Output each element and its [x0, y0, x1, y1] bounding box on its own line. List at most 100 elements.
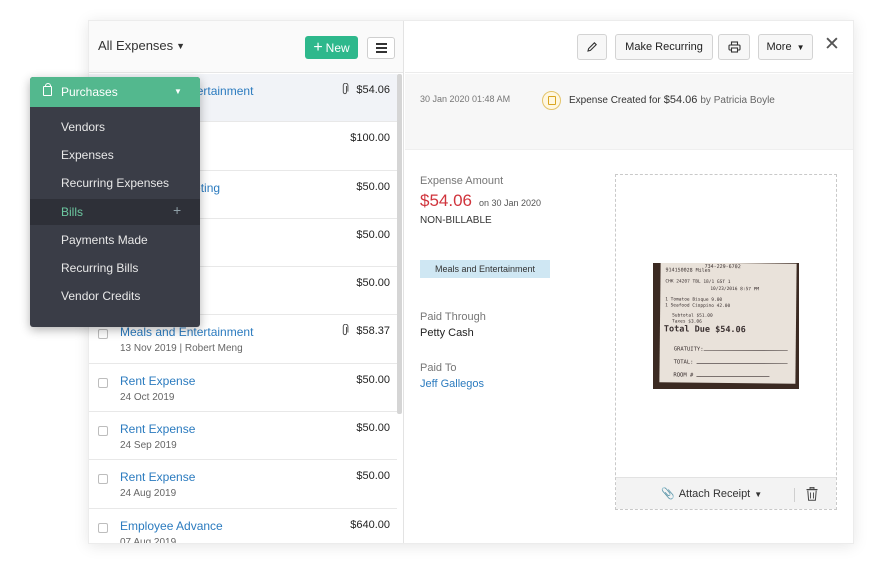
receipt-line: TOTAL: — [674, 359, 694, 365]
expense-amount: $50.00 — [356, 470, 390, 483]
purchases-menu: Purchases ▼ Vendors Expenses Recurring Exp… — [30, 77, 200, 327]
expense-amount: $50.00 — [356, 422, 390, 435]
menu-item-payments-made[interactable]: Payments Made — [30, 227, 200, 253]
activity-author: by Patricia Boyle — [700, 95, 775, 106]
view-selector-label: All Expenses — [98, 38, 174, 53]
paid-through-value: Petty Cash — [420, 327, 474, 339]
category-tag: Meals and Entertainment — [420, 260, 550, 278]
expense-meta: 24 Sep 2019 — [120, 440, 177, 452]
expense-amount: $54.06 — [420, 191, 472, 210]
receipt-text: 914150028 Miles 734-229-6702 CHK 24207 T… — [664, 264, 788, 379]
menu-item-vendors[interactable]: Vendors — [30, 114, 200, 140]
expense-amount: $54.06 — [356, 84, 390, 96]
expense-row[interactable]: Rent Expense 24 Oct 2019 $50.00 — [89, 363, 397, 413]
receipt-line: CHK 24207 TBL 18/1 GST 1 — [665, 278, 730, 285]
receipt-footer: 📎 Attach Receipt ▼ — [616, 477, 836, 509]
printer-icon — [727, 41, 741, 53]
expense-date: on 30 Jan 2020 — [479, 198, 542, 208]
make-recurring-button[interactable]: Make Recurring — [615, 34, 713, 60]
trash-icon[interactable] — [806, 487, 818, 501]
expense-category-link[interactable]: Meals and Entertainment — [120, 325, 253, 339]
expense-category-link[interactable]: Rent Expense — [120, 422, 195, 436]
menu-item-bills[interactable]: Bills + — [30, 198, 200, 225]
receipt-line: Subtotal $51.00 — [672, 312, 713, 318]
row-checkbox[interactable] — [98, 329, 108, 340]
paid-to-link[interactable]: Jeff Gallegos — [420, 378, 484, 390]
list-scrollbar[interactable] — [397, 74, 402, 414]
hamburger-icon — [375, 43, 387, 45]
expense-amount: $50.00 — [356, 180, 390, 193]
receipt-panel: 914150028 Miles 734-229-6702 CHK 24207 T… — [615, 174, 837, 510]
expense-amount: $100.00 — [350, 132, 390, 145]
row-checkbox[interactable] — [98, 426, 108, 437]
menu-item-label: Recurring Bills — [61, 261, 139, 275]
receipt-line: 10/23/2016 8:57 PM — [710, 286, 759, 293]
screen: All Expenses▼ +New Meals and Entertainme… — [0, 0, 882, 582]
pencil-icon — [587, 42, 597, 52]
paid-to-label: Paid To — [420, 362, 457, 374]
divider — [794, 488, 795, 502]
receipt-line: Total Due $54.06 — [664, 324, 746, 335]
menu-item-expenses[interactable]: Expenses — [30, 142, 200, 168]
activity-amount: $54.06 — [663, 94, 698, 106]
expense-category-link[interactable]: Employee Advance — [120, 519, 223, 533]
close-icon[interactable]: ✕ — [824, 35, 840, 56]
expense-row[interactable]: Rent Expense 24 Aug 2019 $50.00 — [89, 460, 397, 509]
receipt-image[interactable]: 914150028 Miles 734-229-6702 CHK 24207 T… — [653, 263, 799, 389]
expense-row[interactable]: Employee Advance 07 Aug 2019 $640.00 — [89, 508, 397, 543]
expense-row[interactable]: Rent Expense 24 Sep 2019 $50.00 — [89, 412, 397, 461]
edit-button[interactable] — [577, 34, 607, 60]
expense-category-link[interactable]: Rent Expense — [120, 470, 195, 484]
billable-status: NON-BILLABLE — [420, 215, 492, 226]
row-checkbox[interactable] — [98, 522, 108, 533]
app-window: All Expenses▼ +New Meals and Entertainme… — [88, 20, 854, 544]
view-selector[interactable]: All Expenses ▼ — [98, 38, 185, 53]
expense-meta: 24 Oct 2019 — [120, 391, 175, 403]
purchases-menu-title: Purchases — [61, 85, 118, 99]
print-button[interactable] — [718, 34, 750, 60]
note-icon — [542, 91, 561, 110]
expense-amount: $50.00 — [356, 228, 390, 241]
menu-item-label: Recurring Expenses — [61, 176, 170, 191]
more-button-label: More — [766, 41, 792, 53]
menu-item-label: Bills — [61, 204, 84, 219]
attach-receipt-button[interactable]: 📎 Attach Receipt ▼ — [661, 487, 762, 500]
receipt-paper: 914150028 Miles 734-229-6702 CHK 24207 T… — [659, 263, 797, 384]
menu-item-recurring-bills[interactable]: Recurring Bills — [30, 255, 200, 281]
new-expense-button[interactable]: + New — [305, 36, 358, 59]
row-checkbox[interactable] — [98, 474, 108, 485]
activity-timestamp: 30 Jan 2020 01:48 AM — [420, 94, 511, 104]
menu-item-recurring-expenses[interactable]: Recurring Expenses — [30, 170, 200, 196]
expense-category-link[interactable]: Rent Expense — [120, 374, 195, 388]
menu-item-vendor-credits[interactable]: Vendor Credits — [30, 283, 200, 309]
activity-log: 30 Jan 2020 01:48 AM Expense Created for… — [405, 74, 853, 150]
row-checkbox[interactable] — [98, 377, 108, 388]
expense-amount: $50.00 — [356, 373, 390, 386]
add-bill-icon[interactable]: + — [173, 202, 181, 218]
expense-amount: $58.37 — [356, 325, 390, 338]
new-button-label: New — [325, 40, 350, 55]
expense-meta: 13 Nov 2019 | Robert Meng — [120, 343, 243, 355]
attach-receipt-label: Attach Receipt — [678, 488, 751, 500]
menu-item-label: Expenses — [61, 148, 114, 163]
detail-toolbar: Make Recurring More ▼ ✕ — [405, 21, 853, 73]
list-options-button[interactable] — [367, 37, 395, 59]
paid-through-label: Paid Through — [420, 311, 486, 323]
caret-down-icon: ▼ — [176, 41, 186, 51]
menu-item-label: Payments Made — [61, 232, 148, 247]
plus-icon: + — [313, 38, 323, 56]
receipt-line: 1 Tomatoe Bisque 9.00 — [665, 296, 722, 303]
receipt-line: 1 Seafood Cioppino 42.00 — [665, 302, 730, 309]
menu-item-label: Vendor Credits — [61, 289, 141, 304]
expense-meta: 24 Aug 2019 — [120, 488, 177, 500]
purchases-menu-header[interactable]: Purchases ▼ — [30, 77, 200, 107]
caret-down-icon: ▼ — [754, 490, 763, 499]
caret-down-icon: ▼ — [174, 87, 182, 96]
activity-text: Expense Created for $54.06 by Patricia Boy… — [569, 94, 775, 106]
shopping-bag-icon — [43, 83, 52, 96]
expense-amount: $50.00 — [356, 277, 390, 290]
caret-down-icon: ▼ — [796, 42, 805, 52]
expense-amount: $640.00 — [350, 518, 390, 531]
more-button[interactable]: More ▼ — [758, 34, 813, 60]
receipt-line: 734-229-6702 — [705, 264, 741, 270]
